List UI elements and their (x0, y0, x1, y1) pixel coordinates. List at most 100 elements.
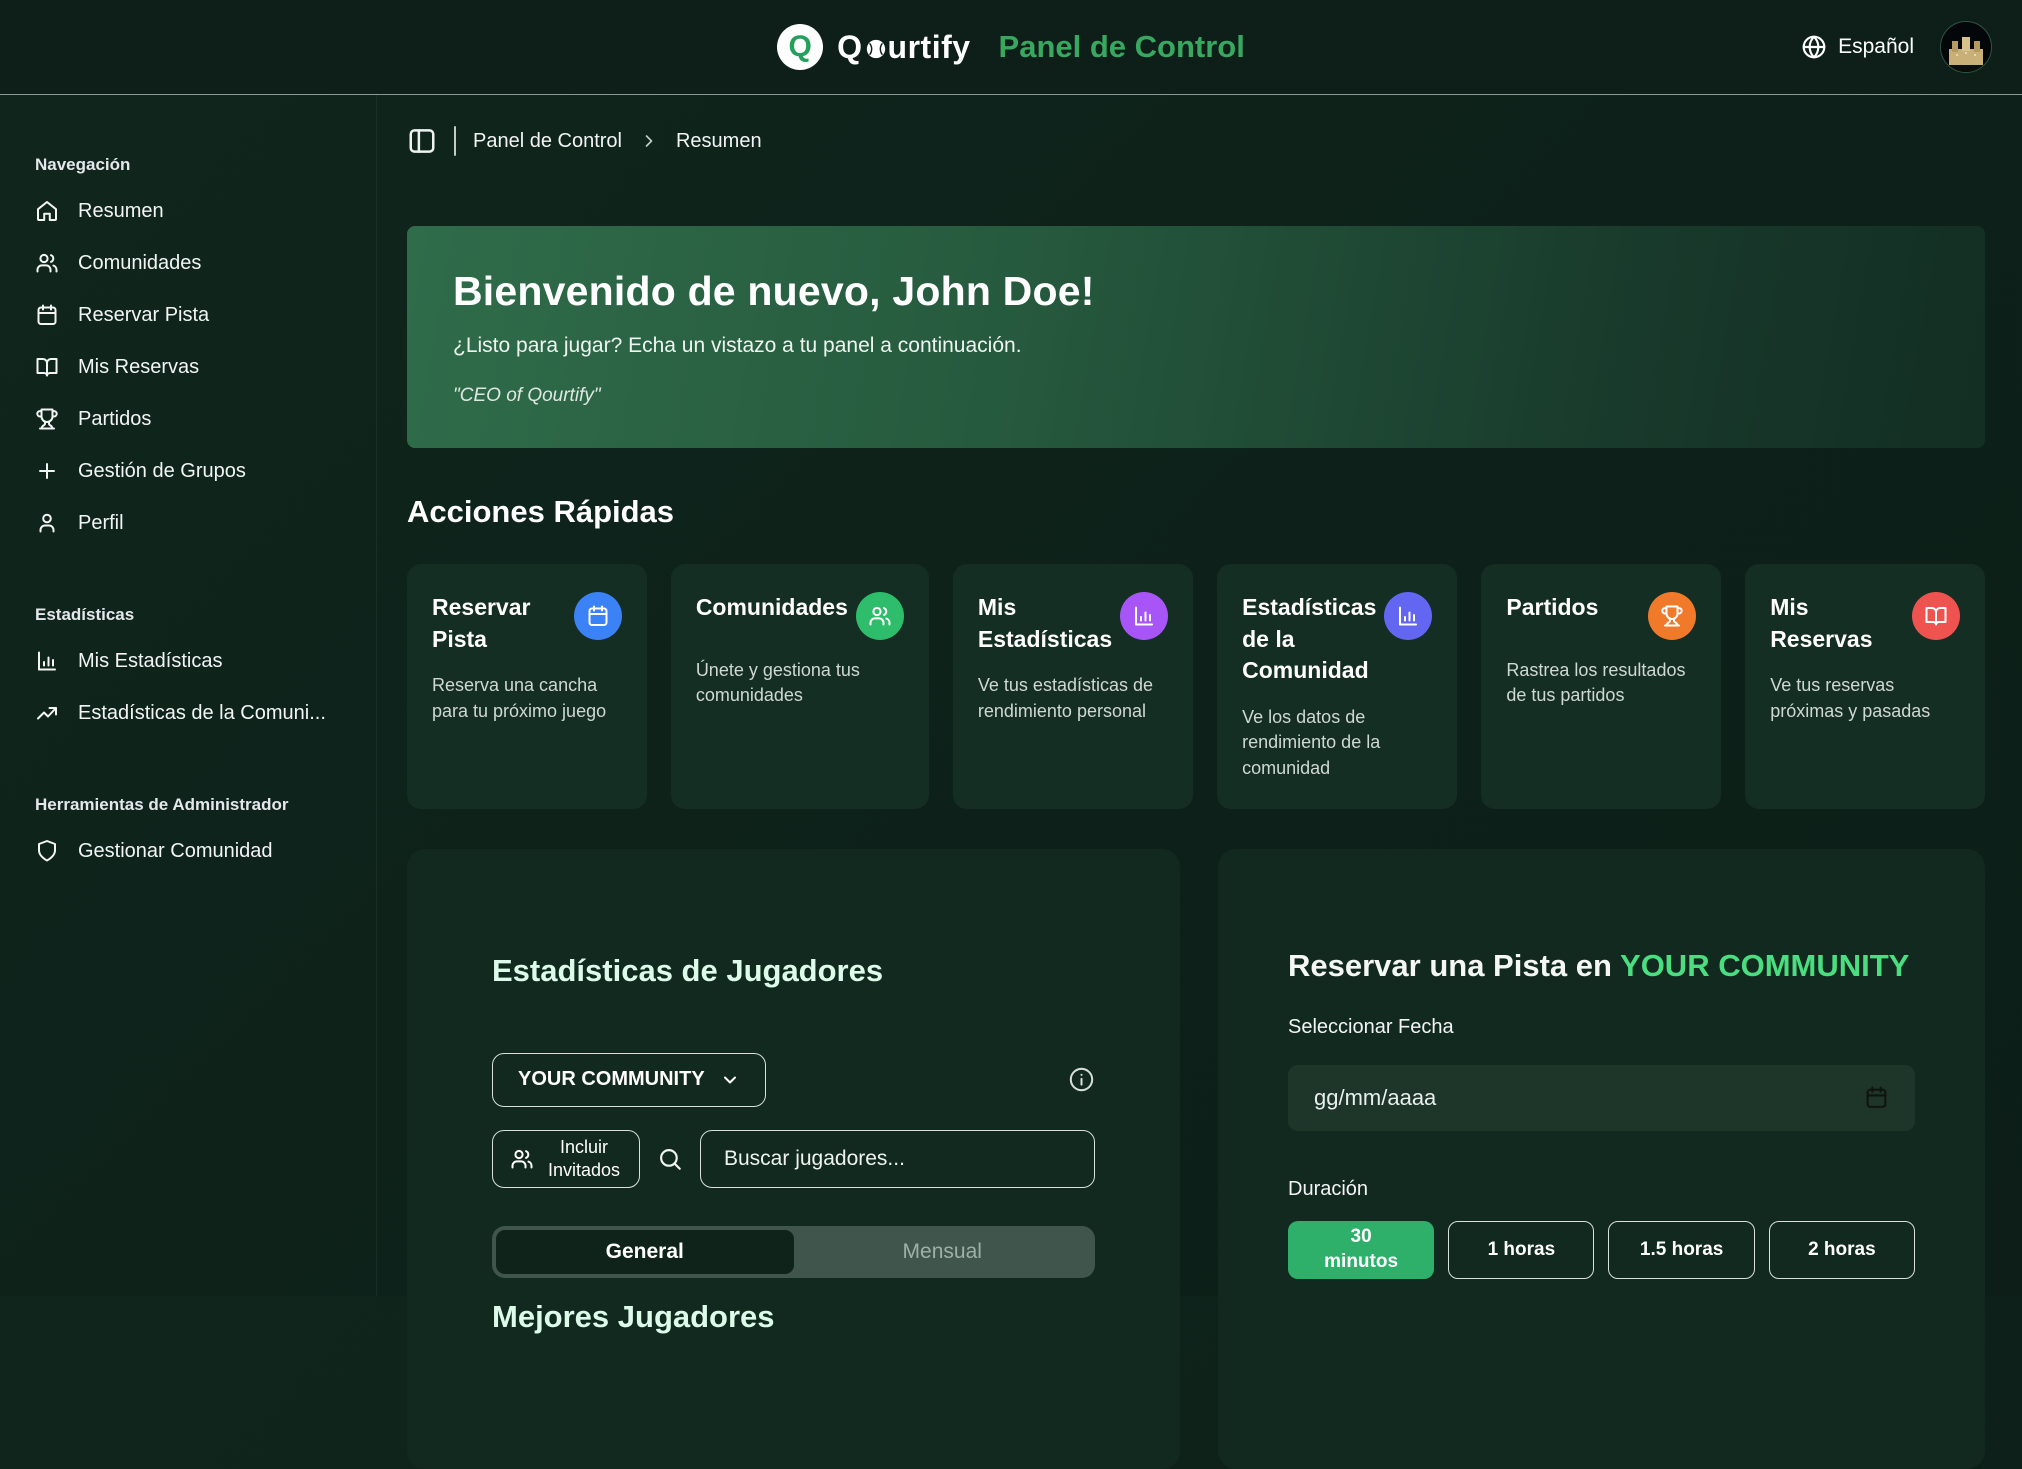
quick-action-comunidades[interactable]: Comunidades Únete y gestiona tus comunid… (671, 564, 929, 809)
home-icon (35, 199, 59, 223)
top-players-heading: Mejores Jugadores (492, 1295, 1095, 1340)
quick-action-partidos[interactable]: Partidos Rastrea los resultados de tus p… (1481, 564, 1721, 809)
sidebar-item-label: Gestión de Grupos (78, 460, 246, 483)
calendar-icon (35, 303, 59, 327)
user-icon (35, 511, 59, 535)
sidebar-item-gestion-de-grupos[interactable]: Gestión de Grupos (35, 445, 356, 497)
breadcrumb-resumen: Resumen (676, 130, 762, 153)
sidebar-item-label: Perfil (78, 512, 124, 535)
trophy-icon (1648, 592, 1696, 640)
sidebar-item-label: Reservar Pista (78, 304, 209, 327)
sidebar-toggle-button[interactable] (407, 126, 437, 156)
quick-action-estadisticas-comunidad[interactable]: Estadísticas de la Comunidad Ve los dato… (1217, 564, 1457, 809)
sidebar-section-navigation: Navegación Resumen Comunidades Reservar … (35, 155, 356, 549)
bar-chart-icon (35, 649, 59, 673)
header-actions: Español (1801, 0, 1992, 94)
brand-name: Qurtify (837, 29, 970, 66)
quick-actions-grid: Reservar Pista Reserva una cancha para t… (407, 564, 1985, 809)
duration-label: Duración (1288, 1178, 1915, 1201)
app-header: Q Qurtify Panel de Control Español (0, 0, 2022, 95)
shield-icon (35, 839, 59, 863)
breadcrumb-separator (454, 126, 456, 156)
search-players-input[interactable] (700, 1130, 1095, 1188)
player-stats-panel: Estadísticas de Jugadores YOUR COMMUNITY… (407, 849, 1180, 1469)
info-icon (1068, 1066, 1095, 1093)
sidebar-item-partidos[interactable]: Partidos (35, 393, 356, 445)
sidebar-item-label: Partidos (78, 408, 151, 431)
users-icon (35, 251, 59, 275)
duration-1-horas[interactable]: 1 horas (1448, 1221, 1594, 1279)
avatar[interactable] (1940, 21, 1992, 73)
sidebar-item-mis-reservas[interactable]: Mis Reservas (35, 341, 356, 393)
trophy-icon (35, 407, 59, 431)
sidebar-heading: Navegación (35, 155, 356, 175)
avatar-photo (1941, 22, 1991, 72)
page-title: Panel de Control (999, 29, 1245, 65)
bar-chart-icon (1384, 592, 1432, 640)
date-placeholder: gg/mm/aaaa (1314, 1085, 1436, 1111)
calendar-icon (1864, 1085, 1889, 1110)
welcome-subtitle: ¿Listo para jugar? Echa un vistazo a tu … (453, 334, 1939, 358)
sidebar-item-comunidades[interactable]: Comunidades (35, 237, 356, 289)
sidebar-item-label: Comunidades (78, 252, 201, 275)
language-label: Español (1838, 35, 1914, 59)
main-content: Panel de Control Resumen Bienvenido de n… (377, 95, 2022, 1296)
plus-icon (35, 459, 59, 483)
breadcrumb-panel-de-control[interactable]: Panel de Control (473, 130, 622, 153)
sidebar-item-resumen[interactable]: Resumen (35, 185, 356, 237)
sidebar-item-gestionar-comunidad[interactable]: Gestionar Comunidad (35, 825, 356, 877)
sidebar-item-label: Gestionar Comunidad (78, 840, 273, 863)
tab-general[interactable]: General (496, 1230, 794, 1274)
welcome-role: "CEO of Qourtify" (453, 385, 1939, 407)
trending-up-icon (35, 701, 59, 725)
users-icon (856, 592, 904, 640)
sidebar-section-admin: Herramientas de Administrador Gestionar … (35, 795, 356, 877)
booking-title-community: YOUR COMMUNITY (1620, 948, 1909, 983)
book-open-icon (35, 355, 59, 379)
bar-chart-icon (1120, 592, 1168, 640)
quick-action-mis-estadisticas[interactable]: Mis Estadísticas Ve tus estadísticas de … (953, 564, 1193, 809)
brand: Q Qurtify Panel de Control (777, 24, 1245, 70)
community-dropdown[interactable]: YOUR COMMUNITY (492, 1053, 766, 1107)
duration-2-horas[interactable]: 2 horas (1769, 1221, 1915, 1279)
stats-tabs: General Mensual (492, 1226, 1095, 1278)
sidebar-item-perfil[interactable]: Perfil (35, 497, 356, 549)
quick-action-mis-reservas[interactable]: Mis Reservas Ve tus reservas próximas y … (1745, 564, 1985, 809)
quick-action-reservar-pista[interactable]: Reservar Pista Reserva una cancha para t… (407, 564, 647, 809)
select-date-label: Seleccionar Fecha (1288, 1016, 1915, 1039)
sidebar-item-label: Estadísticas de la Comuni... (78, 702, 326, 725)
tab-mensual[interactable]: Mensual (794, 1230, 1092, 1274)
welcome-banner: Bienvenido de nuevo, John Doe! ¿Listo pa… (407, 226, 1985, 448)
duration-30-minutos[interactable]: 30 minutos (1288, 1221, 1434, 1279)
sidebar-item-label: Mis Reservas (78, 356, 199, 379)
quick-actions-heading: Acciones Rápidas (407, 494, 1985, 530)
chevron-down-icon (720, 1070, 740, 1090)
welcome-title: Bienvenido de nuevo, John Doe! (453, 268, 1939, 315)
globe-icon (1801, 34, 1827, 60)
sidebar-item-estadisticas-comunidad[interactable]: Estadísticas de la Comuni... (35, 687, 356, 739)
sidebar-section-estadisticas: Estadísticas Mis Estadísticas Estadístic… (35, 605, 356, 739)
search-icon (657, 1146, 683, 1172)
sidebar: Navegación Resumen Comunidades Reservar … (0, 95, 377, 1296)
calendar-icon (574, 592, 622, 640)
date-input[interactable]: gg/mm/aaaa (1288, 1065, 1915, 1131)
duration-1-5-horas[interactable]: 1.5 horas (1608, 1221, 1754, 1279)
tennis-ball-icon (865, 38, 887, 60)
info-button[interactable] (1068, 1066, 1095, 1093)
sidebar-item-label: Resumen (78, 200, 164, 223)
logo-letter: Q (788, 30, 811, 64)
chevron-right-icon (639, 131, 659, 151)
panel-left-icon (407, 126, 437, 156)
sidebar-item-label: Mis Estadísticas (78, 650, 222, 673)
sidebar-heading: Estadísticas (35, 605, 356, 625)
booking-title: Reservar una Pista en YOUR COMMUNITY (1288, 944, 1915, 989)
language-switcher[interactable]: Español (1801, 34, 1914, 60)
qourtify-logo-icon: Q (777, 24, 823, 70)
book-open-icon (1912, 592, 1960, 640)
sidebar-item-mis-estadisticas[interactable]: Mis Estadísticas (35, 635, 356, 687)
duration-options: 30 minutos 1 horas 1.5 horas 2 horas (1288, 1221, 1915, 1279)
sidebar-heading: Herramientas de Administrador (35, 795, 356, 815)
player-stats-title: Estadísticas de Jugadores (492, 949, 1095, 994)
sidebar-item-reservar-pista[interactable]: Reservar Pista (35, 289, 356, 341)
include-guests-button[interactable]: Incluir Invitados (492, 1130, 640, 1188)
